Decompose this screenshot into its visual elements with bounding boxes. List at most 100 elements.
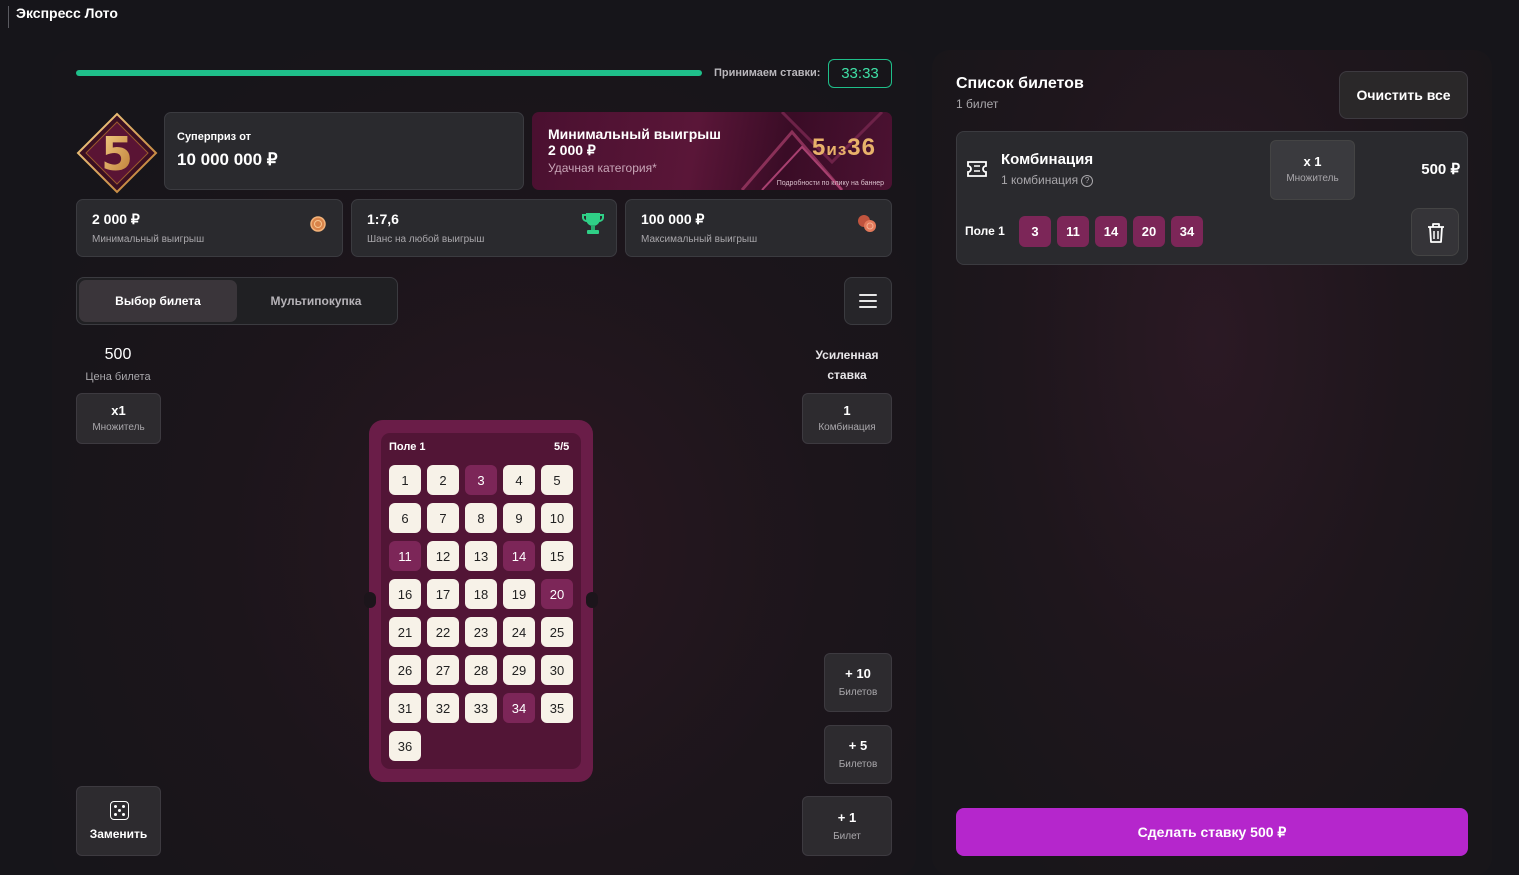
accepting-bets-label: Принимаем ставки: bbox=[714, 67, 821, 79]
tab-multi-purchase[interactable]: Мультипокупка bbox=[237, 280, 395, 322]
add-button-value: + 5 bbox=[848, 738, 868, 753]
number-cell[interactable]: 2 bbox=[427, 465, 459, 495]
ticket-notch-left bbox=[364, 592, 376, 608]
number-cell[interactable]: 24 bbox=[503, 617, 535, 647]
stat-card-min-win bbox=[76, 199, 343, 257]
banner-note: Подробности по клику на баннер bbox=[776, 180, 884, 187]
delete-ticket-button[interactable] bbox=[1411, 208, 1459, 256]
menu-button[interactable] bbox=[844, 277, 892, 325]
number-cell[interactable]: 30 bbox=[541, 655, 573, 685]
number-cell[interactable]: 15 bbox=[541, 541, 573, 571]
multiplier-button[interactable]: x1 Множитель bbox=[76, 393, 161, 444]
number-cell[interactable]: 18 bbox=[465, 579, 497, 609]
number-cell[interactable]: 14 bbox=[503, 541, 535, 571]
stat-value: 1:7,6 bbox=[367, 211, 399, 227]
superprize-label: Суперприз от bbox=[177, 131, 252, 143]
stat-label: Шанс на любой выигрыш bbox=[367, 234, 485, 245]
add-10-tickets-button[interactable]: + 10 Билетов bbox=[824, 653, 892, 712]
clear-all-button[interactable]: Очистить все bbox=[1339, 71, 1468, 119]
number-cell[interactable]: 10 bbox=[541, 503, 573, 533]
number-cell[interactable]: 36 bbox=[389, 731, 421, 761]
number-cell[interactable]: 21 bbox=[389, 617, 421, 647]
trash-icon bbox=[1428, 223, 1444, 243]
number-cell[interactable]: 33 bbox=[465, 693, 497, 723]
combination-button[interactable]: 1 Комбинация bbox=[802, 393, 892, 444]
number-cell[interactable]: 35 bbox=[541, 693, 573, 723]
number-cell[interactable]: 13 bbox=[465, 541, 497, 571]
ticket-icon bbox=[967, 161, 987, 177]
mode-tabs: Выбор билета Мультипокупка bbox=[76, 277, 398, 325]
add-button-value: + 1 bbox=[837, 810, 857, 825]
number-cell[interactable]: 19 bbox=[503, 579, 535, 609]
item-price: 500 ₽ bbox=[1421, 161, 1460, 178]
number-cell[interactable]: 28 bbox=[465, 655, 497, 685]
selected-number-chip: 14 bbox=[1095, 216, 1127, 247]
info-icon[interactable]: ? bbox=[1081, 174, 1094, 187]
badge-number: 5 bbox=[101, 127, 133, 181]
number-cell[interactable]: 31 bbox=[389, 693, 421, 723]
number-cell[interactable]: 32 bbox=[427, 693, 459, 723]
combination-value: 1 bbox=[843, 403, 851, 418]
add-button-value: + 10 bbox=[845, 666, 871, 681]
coin-icon bbox=[310, 216, 326, 232]
number-cell[interactable]: 7 bbox=[427, 503, 459, 533]
multiplier-value: x1 bbox=[111, 403, 126, 418]
combination-subtitle: 1 комбинация? bbox=[1001, 173, 1094, 187]
number-cell[interactable]: 11 bbox=[389, 541, 421, 571]
number-cell[interactable]: 16 bbox=[389, 579, 421, 609]
item-field-label: Поле 1 bbox=[965, 224, 1005, 238]
trophy-icon bbox=[582, 213, 604, 234]
add-1-ticket-button[interactable]: + 1 Билет bbox=[802, 796, 892, 856]
tab-ticket-select[interactable]: Выбор билета bbox=[79, 280, 237, 322]
selected-number-chip: 20 bbox=[1133, 216, 1165, 247]
countdown-timer: 33:33 bbox=[828, 59, 892, 88]
coins-stack-icon bbox=[858, 215, 876, 232]
ticket-price-value: 500 bbox=[104, 346, 132, 363]
add-5-tickets-button[interactable]: + 5 Билетов bbox=[824, 725, 892, 784]
number-cell[interactable]: 9 bbox=[503, 503, 535, 533]
ticket-list-count: 1 билет bbox=[956, 97, 999, 111]
replace-button[interactable]: Заменить bbox=[76, 786, 161, 856]
selected-number-chip: 34 bbox=[1171, 216, 1203, 247]
number-cell[interactable]: 12 bbox=[427, 541, 459, 571]
item-multiplier-label: Множитель bbox=[1286, 173, 1339, 184]
number-cell[interactable]: 26 bbox=[389, 655, 421, 685]
menu-icon bbox=[859, 294, 877, 296]
number-cell[interactable]: 34 bbox=[503, 693, 535, 723]
number-cell[interactable]: 23 bbox=[465, 617, 497, 647]
number-cell[interactable]: 22 bbox=[427, 617, 459, 647]
number-cell[interactable]: 5 bbox=[541, 465, 573, 495]
item-multiplier[interactable]: x 1 Множитель bbox=[1270, 140, 1355, 200]
number-cell[interactable]: 20 bbox=[541, 579, 573, 609]
add-button-label: Билет bbox=[833, 831, 861, 842]
number-cell[interactable]: 17 bbox=[427, 579, 459, 609]
stat-label: Минимальный выигрыш bbox=[92, 234, 205, 245]
number-cell[interactable]: 1 bbox=[389, 465, 421, 495]
stat-label: Максимальный выигрыш bbox=[641, 234, 758, 245]
number-cell[interactable]: 3 bbox=[465, 465, 497, 495]
stat-card-max-win bbox=[625, 199, 892, 257]
ticket-price-label: Цена билета bbox=[85, 371, 151, 383]
field-label: Поле 1 bbox=[389, 441, 426, 453]
number-cell[interactable]: 6 bbox=[389, 503, 421, 533]
boosted-bet-label: Усиленная ставка bbox=[815, 348, 879, 382]
promo-banner[interactable]: Минимальный выигрыш 2 000 ₽ Удачная кате… bbox=[532, 112, 892, 190]
number-cell[interactable]: 8 bbox=[465, 503, 497, 533]
number-cell[interactable]: 4 bbox=[503, 465, 535, 495]
combination-label: Комбинация bbox=[818, 422, 876, 433]
betting-progress-bar bbox=[76, 70, 702, 76]
number-cell[interactable]: 25 bbox=[541, 617, 573, 647]
field-count: 5/5 bbox=[554, 441, 570, 453]
dice-icon bbox=[110, 801, 129, 820]
number-cell[interactable]: 29 bbox=[503, 655, 535, 685]
place-bet-button[interactable]: Сделать ставку 500 ₽ bbox=[956, 808, 1468, 856]
title-divider bbox=[8, 6, 9, 28]
multiplier-label: Множитель bbox=[92, 422, 145, 433]
banner-subtitle: Удачная категория* bbox=[548, 161, 657, 175]
number-cell[interactable]: 27 bbox=[427, 655, 459, 685]
stat-value: 100 000 ₽ bbox=[641, 211, 705, 227]
superprize-value: 10 000 000 ₽ bbox=[177, 150, 278, 169]
stat-value: 2 000 ₽ bbox=[92, 211, 140, 227]
lottery-5-badge-icon: 5 bbox=[76, 112, 158, 194]
banner-title: Минимальный выигрыш 2 000 ₽ bbox=[548, 126, 721, 158]
